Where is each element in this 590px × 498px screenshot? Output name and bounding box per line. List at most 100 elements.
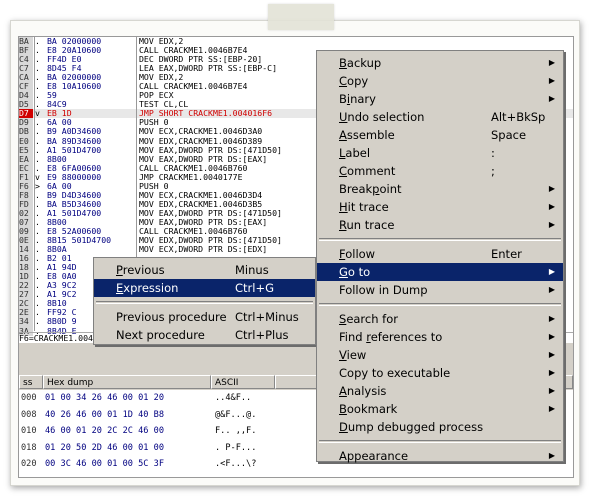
menu-item-previous-procedure[interactable]: Previous procedure Ctrl+Minus <box>94 308 315 326</box>
dump-ascii: ..4&F.. <box>215 393 252 403</box>
menu-item-dump-debugged-process[interactable]: Dump debugged process <box>317 418 563 436</box>
dump-hex: 01 00 34 26 46 00 01 20 <box>45 393 164 403</box>
mnemonic-underline: L <box>339 146 346 160</box>
dump-address: 010 <box>21 426 37 436</box>
chevron-right-icon: ▶ <box>548 386 555 395</box>
menu-item-label[interactable]: Label: <box>317 144 563 162</box>
menu-item-assemble[interactable]: Assemble Space <box>317 126 563 144</box>
menu-separator <box>319 238 561 241</box>
mnemonic-underline: A <box>339 384 347 398</box>
menu-item-label: Label <box>339 146 371 160</box>
menu-item-copy-to-executable[interactable]: Copy to executable ▶ <box>317 364 563 382</box>
shortcut-label: ; <box>491 164 495 178</box>
shortcut-label: Ctrl+Plus <box>235 328 289 342</box>
dump-header-ascii[interactable]: ASCII <box>211 375 275 389</box>
menu-item-label: Analysis <box>339 384 387 398</box>
chevron-right-icon: ▶ <box>548 94 555 103</box>
mnemonic-underline: i <box>346 92 351 106</box>
mnemonic-underline: P <box>116 263 123 277</box>
dump-address: 008 <box>21 409 37 420</box>
mnemonic-underline: E <box>116 281 124 295</box>
mnemonic-underline: p <box>372 182 380 196</box>
menu-item-label: Hit trace <box>339 200 389 214</box>
chevron-right-icon: ▶ <box>548 202 555 211</box>
chevron-right-icon: ▶ <box>548 58 555 67</box>
menu-item-binary[interactable]: Binary ▶ <box>317 90 563 108</box>
menu-item-breakpoint[interactable]: Breakpoint ▶ <box>317 180 563 198</box>
menu-item-label: Previous <box>116 263 165 277</box>
mnemonic-underline: F <box>339 247 346 261</box>
disasm-row[interactable]: BA. BA 02000000 MOV EDX,2 <box>19 37 573 47</box>
mnemonic-underline: A <box>339 128 347 142</box>
menu-item-follow-in-dump[interactable]: Follow in Dump ▶ <box>317 281 563 299</box>
menu-item-label: Next procedure <box>116 328 205 342</box>
mnemonic-underline: U <box>339 110 348 124</box>
menu-item-appearance[interactable]: Appearance ▶ <box>317 447 563 465</box>
menu-item-undo-selection[interactable]: Undo selection Alt+BkSp <box>317 108 563 126</box>
menu-item-analysis[interactable]: Analysis ▶ <box>317 382 563 400</box>
menu-item-run-trace[interactable]: Run trace ▶ <box>317 216 563 234</box>
shortcut-label: Enter <box>491 247 522 261</box>
mnemonic-underline: V <box>339 348 347 362</box>
chevron-right-icon: ▶ <box>548 220 555 229</box>
menu-item-backup[interactable]: Backup ▶ <box>317 54 563 72</box>
menu-separator <box>319 303 561 306</box>
menu-item-find-references-to[interactable]: Find references to ▶ <box>317 328 563 346</box>
menu-item-label: Breakpoint <box>339 182 402 196</box>
chevron-right-icon: ▶ <box>548 332 555 341</box>
menu-item-label: Search for <box>339 312 398 326</box>
menu-item-copy[interactable]: Copy ▶ <box>317 72 563 90</box>
menu-item-expression[interactable]: Expression Ctrl+G <box>94 279 315 297</box>
dump-header-hex[interactable]: Hex dump <box>43 375 211 389</box>
menu-item-label: Undo selection <box>339 110 425 124</box>
menu-item-label: Previous procedure <box>116 310 227 324</box>
dump-hex: 00 3C 46 00 01 00 5C 3F <box>45 459 164 469</box>
menu-item-label: Follow <box>339 247 376 261</box>
menu-item-label: Bookmark <box>339 402 398 416</box>
dump-hex: 01 20 50 2D 46 00 01 00 <box>45 442 164 453</box>
dump-ascii: . P-F... <box>215 442 257 453</box>
menu-item-go-to[interactable]: Go to ▶ <box>317 263 563 281</box>
shortcut-label: Minus <box>235 263 269 277</box>
menu-item-label: Run trace <box>339 218 395 232</box>
mnemonic-underline: D <box>339 420 348 434</box>
menu-item-label: Go to <box>339 265 371 279</box>
menu-item-label: Assemble <box>339 128 395 142</box>
menu-item-view[interactable]: View ▶ <box>317 346 563 364</box>
menu-item-comment[interactable]: Comment; <box>317 162 563 180</box>
dump-header-address[interactable]: ss <box>19 375 43 389</box>
shortcut-label: Space <box>491 128 527 142</box>
column-divider <box>34 37 35 331</box>
menu-item-label: View <box>339 348 367 362</box>
mnemonic-underline: S <box>339 312 347 326</box>
menu-item-previous[interactable]: Previous Minus <box>94 261 315 279</box>
mnemonic-underline: C <box>339 164 348 178</box>
shortcut-label: Alt+BkSp <box>491 110 546 124</box>
menu-item-bookmark[interactable]: Bookmark ▶ <box>317 400 563 418</box>
menu-item-label: Follow in Dump <box>339 283 428 297</box>
mnemonic-underline: C <box>339 74 348 88</box>
menu-item-search-for[interactable]: Search for ▶ <box>317 310 563 328</box>
chevron-right-icon: ▶ <box>548 350 555 359</box>
shortcut-label: Ctrl+G <box>235 281 275 295</box>
menu-separator <box>96 301 313 304</box>
chevron-right-icon: ▶ <box>548 451 555 460</box>
context-menu: Backup ▶ Copy ▶ Binary ▶ Undo selection Alt+BkS… <box>316 50 564 465</box>
chevron-right-icon: ▶ <box>548 184 555 193</box>
dump-ascii: @&F...@. <box>215 409 257 420</box>
chevron-right-icon: ▶ <box>548 404 555 413</box>
menu-item-label: Comment <box>339 164 396 178</box>
mnemonic-underline: B <box>339 402 347 416</box>
dump-address: 018 <box>21 442 37 453</box>
menu-item-label: Copy <box>339 74 369 88</box>
menu-item-hit-trace[interactable]: Hit trace ▶ <box>317 198 563 216</box>
menu-item-label: Find references to <box>339 330 443 344</box>
mnemonic-underline: H <box>339 200 348 214</box>
menu-item-follow[interactable]: Follow Enter <box>317 245 563 263</box>
mnemonic-underline: R <box>339 218 347 232</box>
menu-item-next-procedure[interactable]: Next procedure Ctrl+Plus <box>94 326 315 344</box>
menu-item-label: Dump debugged process <box>339 420 484 434</box>
chevron-right-icon: ▶ <box>548 368 555 377</box>
shortcut-label: Ctrl+Minus <box>235 310 299 324</box>
menu-separator <box>319 440 561 443</box>
